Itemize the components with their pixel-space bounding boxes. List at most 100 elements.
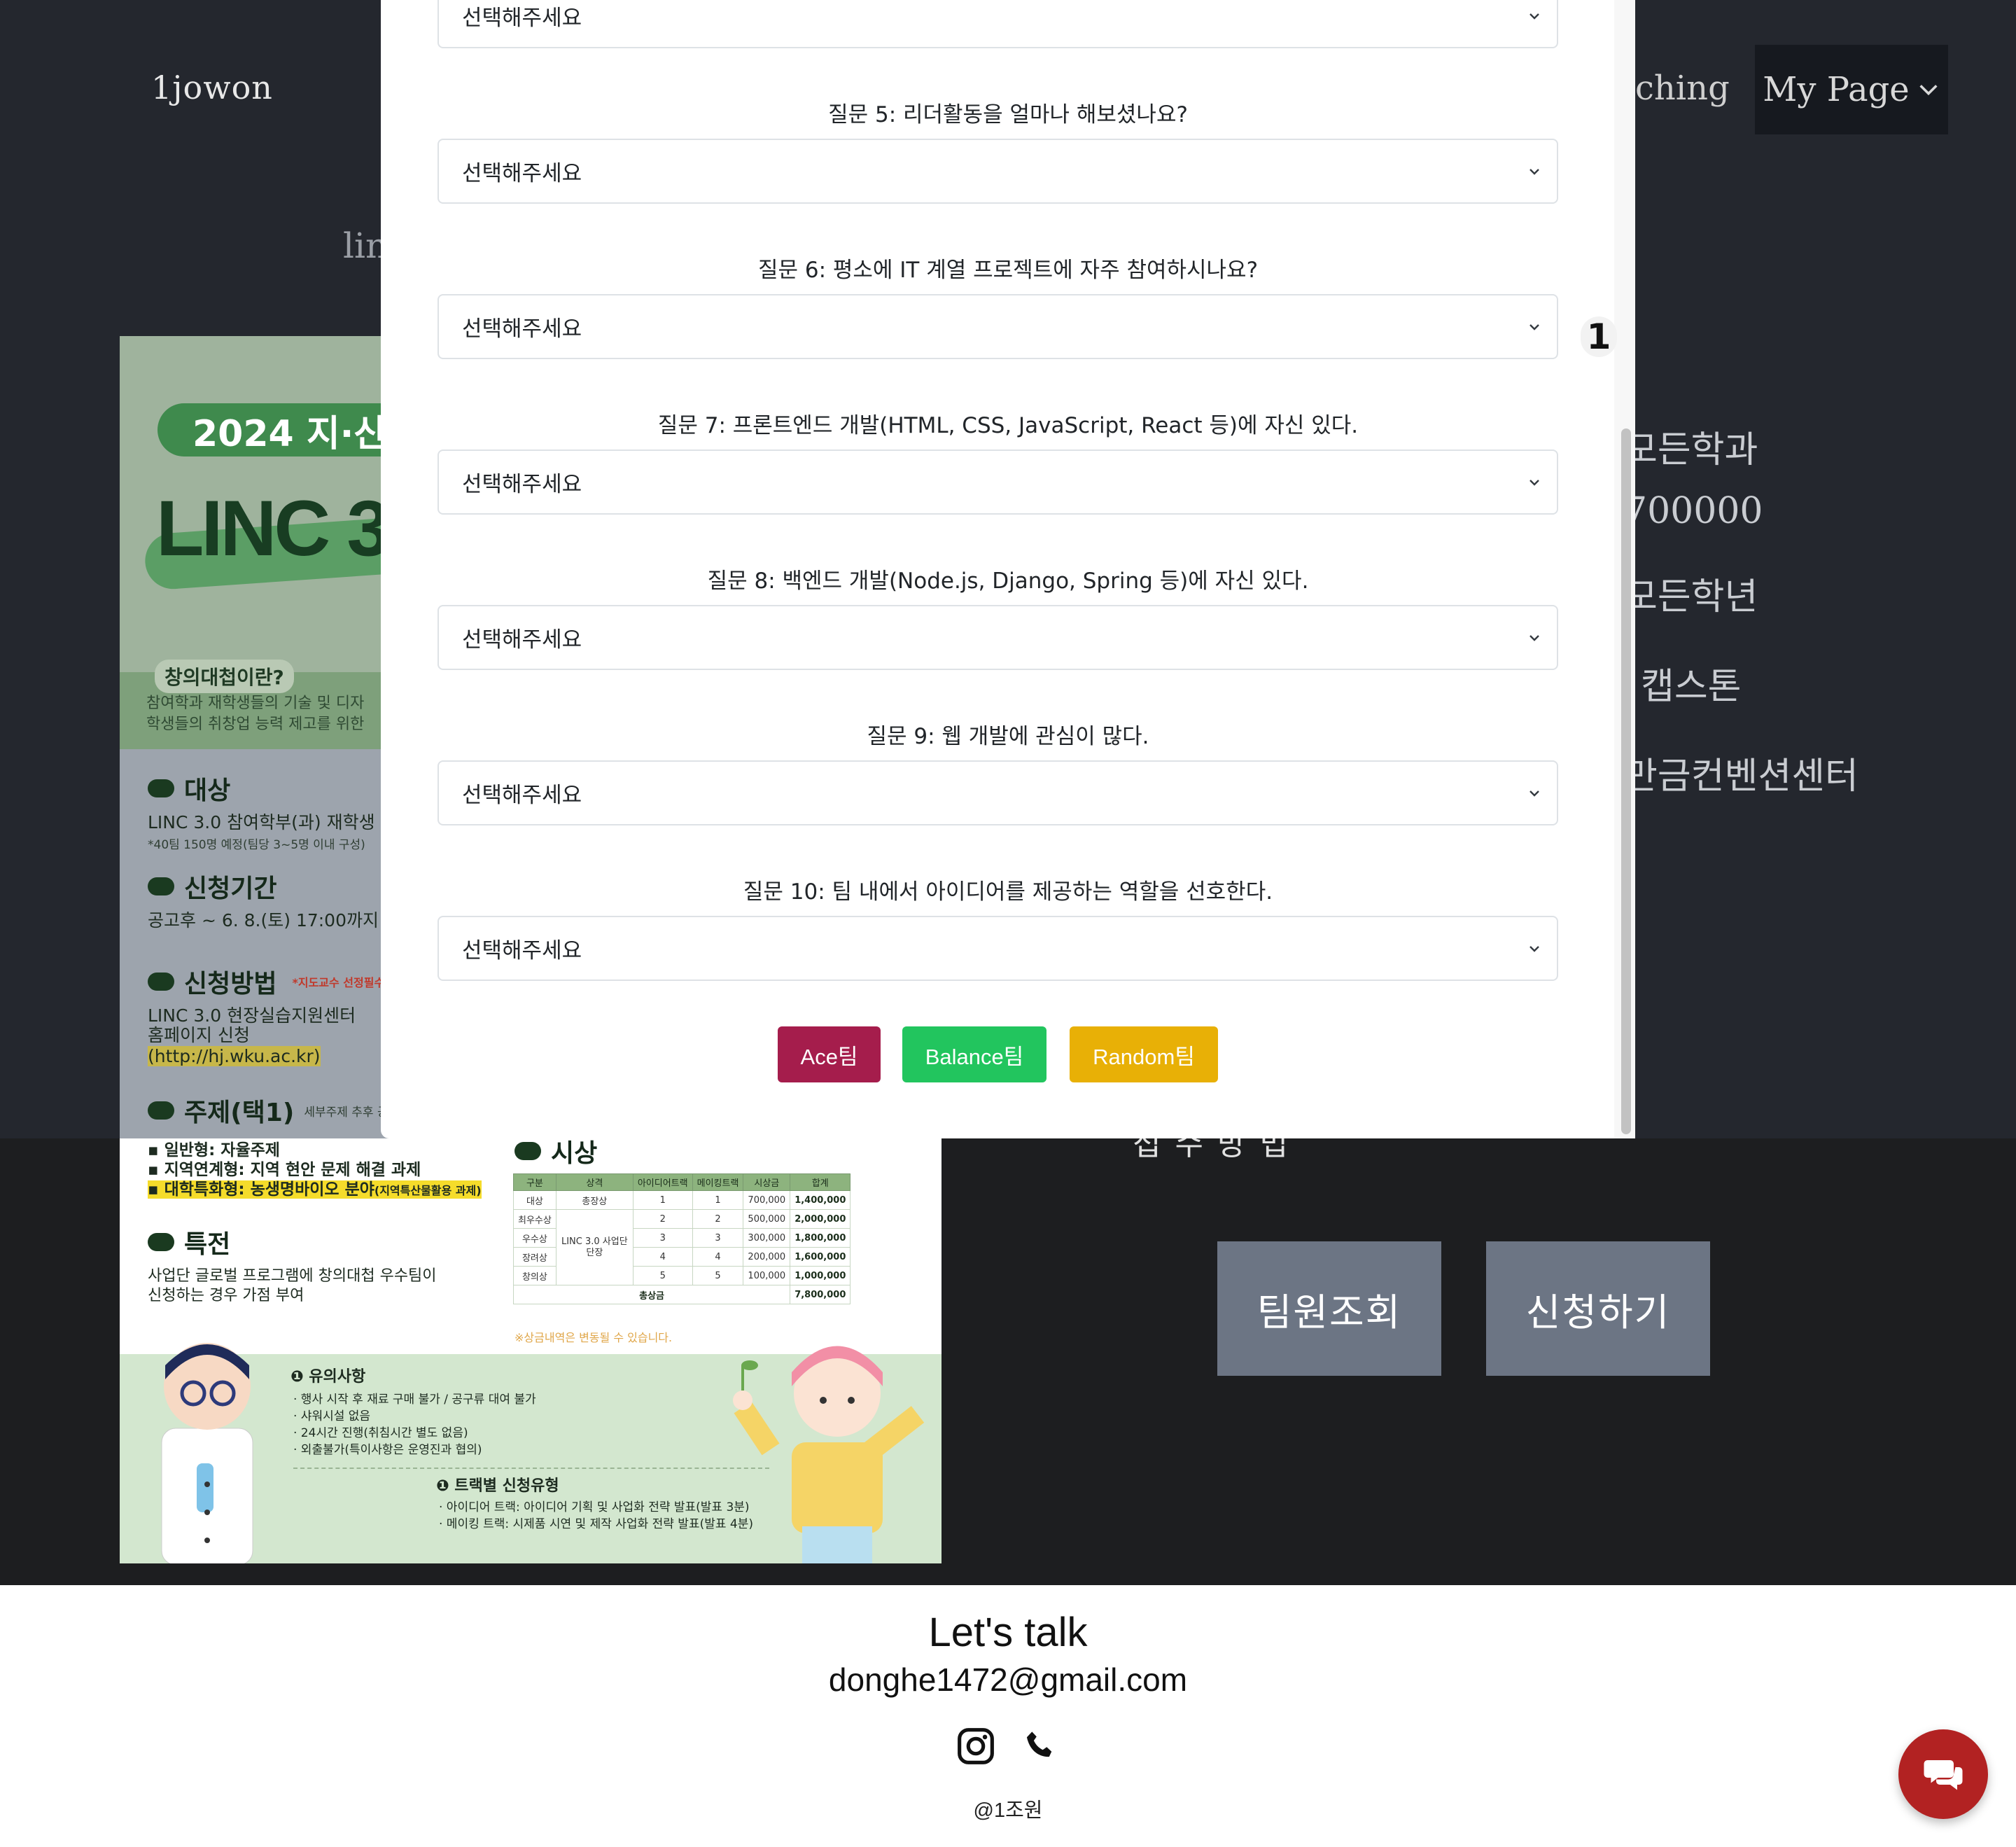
notice-heading: ❶ 유의사항 [290, 1368, 366, 1386]
view-members-button[interactable]: 팀원조회 [1217, 1241, 1441, 1376]
poster-topic-1: ▪ 일반형: 자율주제 [148, 1141, 280, 1159]
mypage-dropdown[interactable]: My Page [1755, 45, 1948, 134]
poster-period-text: 공고후 ~ 6. 8.(토) 17:00까지 [148, 910, 379, 931]
section-heading: 대상 [184, 776, 231, 805]
info-grade: 모든학년 [1624, 576, 1758, 618]
question-10-select[interactable]: 선택해주세요 [438, 916, 1558, 981]
prize-row: 최우수상 LINC 3.0 사업단 단장 2 2 500,000 2,000,0… [513, 1209, 851, 1285]
prize-total: 7,800,000 [790, 1285, 851, 1304]
poster-target-text: LINC 3.0 참여학부(과) 재학생 [148, 812, 375, 832]
notification-badge: 1 [1581, 316, 1617, 357]
prize-cell: 4 [632, 1247, 693, 1267]
mask-icon [148, 1101, 174, 1120]
notice-title: 유의사항 [309, 1368, 366, 1386]
question-4-select[interactable]: 선택해주세요 [438, 0, 1558, 48]
select-value: 선택해주세요 [462, 161, 582, 186]
poster-section-benefit: 특전 [148, 1224, 230, 1260]
mypage-label: My Page [1763, 70, 1910, 109]
prize-cell: 2 [632, 1209, 693, 1229]
section-heading: 주제(택1) [184, 1099, 295, 1127]
question-8-select[interactable]: 선택해주세요 [438, 605, 1558, 670]
mask-icon [148, 779, 174, 797]
modal-scrollbar-thumb[interactable] [1621, 428, 1631, 1134]
chat-button[interactable] [1898, 1729, 1988, 1819]
apply-button[interactable]: 신청하기 [1486, 1241, 1710, 1376]
select-value: 선택해주세요 [462, 6, 582, 31]
select-value: 선택해주세요 [462, 472, 582, 497]
brand-logo[interactable]: 1jowon [151, 69, 273, 106]
poster-title: LINC 3. [156, 485, 410, 572]
poster-intro-line: 참여학과 재학생들의 기술 및 디자 [146, 695, 365, 712]
prize-cell: 창의상 [513, 1266, 556, 1285]
prize-total-row: 총상금 7,800,000 [512, 1285, 851, 1304]
notice-item: · 외출불가(특이사항은 운영진과 협의) [293, 1443, 482, 1457]
poster-benefit-text: 신청하는 경우 가점 부여 [148, 1287, 304, 1304]
question-9-select[interactable]: 선택해주세요 [438, 760, 1558, 825]
prize-cell: 3 [692, 1228, 744, 1248]
prize-cell: 2,000,000 [790, 1209, 851, 1229]
poster-benefit-text: 사업단 글로벌 프로그램에 창의대첩 우수팀이 [148, 1267, 437, 1285]
question-7-select[interactable]: 선택해주세요 [438, 449, 1558, 515]
instagram-icon[interactable] [956, 1727, 995, 1766]
prize-cell: 1,600,000 [790, 1247, 851, 1267]
notice-item: · 행사 시작 후 재료 구매 불가 / 공구류 대여 불가 [293, 1393, 536, 1407]
question-5-label: 질문 5: 리더활동을 얼마나 해보셨나요? [828, 102, 1188, 127]
prize-cell: 1,000,000 [790, 1266, 851, 1285]
prize-cell: 3 [632, 1228, 693, 1248]
prize-cell: 대상 [513, 1190, 556, 1210]
prize-cell: 300,000 [743, 1228, 791, 1248]
phone-icon[interactable] [1022, 1728, 1058, 1764]
prize-cell: 1,800,000 [790, 1228, 851, 1248]
info-location: 만금컨벤션센터 [1624, 755, 1858, 797]
info-department: 모든학과 [1624, 429, 1758, 471]
footer-heading: Let's talk [928, 1610, 1088, 1655]
poster-topic-2: ▪ 지역연계형: 지역 현안 문제 해결 과제 [148, 1161, 421, 1179]
section-heading: 신청방법 [184, 970, 277, 998]
scientist-illustration [161, 1343, 253, 1563]
chevron-down-icon [1530, 168, 1539, 175]
prize-table: 구분 상격 아이디어트랙 메이킹트랙 시상금 합계 대상 총장상 1 1 700… [512, 1173, 851, 1304]
footer-email[interactable]: donghe1472@gmail.com [0, 1661, 2016, 1699]
prize-cell: 200,000 [743, 1247, 791, 1267]
mask-icon [148, 973, 174, 991]
poster-section-target: 대상 [148, 770, 230, 807]
poster-section-topic: 주제(택1) 세부주제 추후 공 [148, 1092, 388, 1129]
prize-total-label: 총상금 [512, 1285, 791, 1304]
prize-cell: 5 [692, 1266, 744, 1285]
question-6-select[interactable]: 선택해주세요 [438, 294, 1558, 359]
poster-section-period: 신청기간 [148, 868, 276, 905]
url-highlight: (http://hj.wku.ac.kr) [148, 1046, 321, 1066]
question-8-label: 질문 8: 백엔드 개발(Node.js, Django, Spring 등)에… [707, 569, 1309, 594]
question-5-select[interactable]: 선택해주세요 [438, 139, 1558, 204]
balance-team-button[interactable]: Balance팀 [902, 1026, 1046, 1082]
prize-header: 메이킹트랙 [692, 1173, 744, 1191]
mask-icon [148, 1233, 174, 1251]
chevron-down-icon [1530, 634, 1539, 641]
section-note: *지도교수 선정필수 [292, 976, 385, 989]
prize-header: 합계 [790, 1173, 851, 1191]
prize-header: 아이디어트랙 [632, 1173, 693, 1191]
question-9-label: 질문 9: 웹 개발에 관심이 많다. [867, 724, 1149, 749]
ace-team-button[interactable]: Ace팀 [778, 1026, 881, 1082]
poster-topic-3: ▪ 대학특화형: 농생명바이오 분야(지역특산물활용 과제) [148, 1179, 482, 1201]
prize-cell: 장려상 [513, 1247, 556, 1267]
info-prize: 700000 [1624, 490, 1763, 532]
nav-item-matching[interactable]: ching [1635, 69, 1730, 108]
select-value: 선택해주세요 [462, 783, 582, 808]
poster-section-method: 신청방법 *지도교수 선정필수 [148, 963, 384, 1000]
track-heading: ❶ 트랙별 신청유형 [436, 1477, 559, 1495]
prize-cell: 최우수상 [513, 1209, 556, 1229]
poster-method-url: (http://hj.wku.ac.kr) [148, 1046, 321, 1067]
section-note: 세부주제 추후 공 [304, 1105, 388, 1120]
track-title: 트랙별 신청유형 [454, 1477, 559, 1495]
question-10-label: 질문 10: 팀 내에서 아이디어를 제공하는 역할을 선호한다. [743, 879, 1273, 905]
track-item: · 메이킹 트랙: 시제품 시연 및 제작 사업화 전략 발표(발표 4분) [439, 1517, 753, 1531]
chevron-down-icon [1530, 945, 1539, 952]
topic-note: (지역특산물활용 과제) [374, 1184, 482, 1197]
mask-icon [514, 1142, 541, 1160]
poster-method-text: LINC 3.0 현장실습지원센터 [148, 1005, 356, 1026]
prize-cell: 4 [692, 1247, 744, 1267]
random-team-button[interactable]: Random팀 [1070, 1026, 1218, 1082]
track-item: · 아이디어 트랙: 아이디어 기획 및 사업화 전략 발표(발표 3분) [439, 1500, 750, 1514]
info-type: 캡스톤 [1641, 666, 1742, 708]
